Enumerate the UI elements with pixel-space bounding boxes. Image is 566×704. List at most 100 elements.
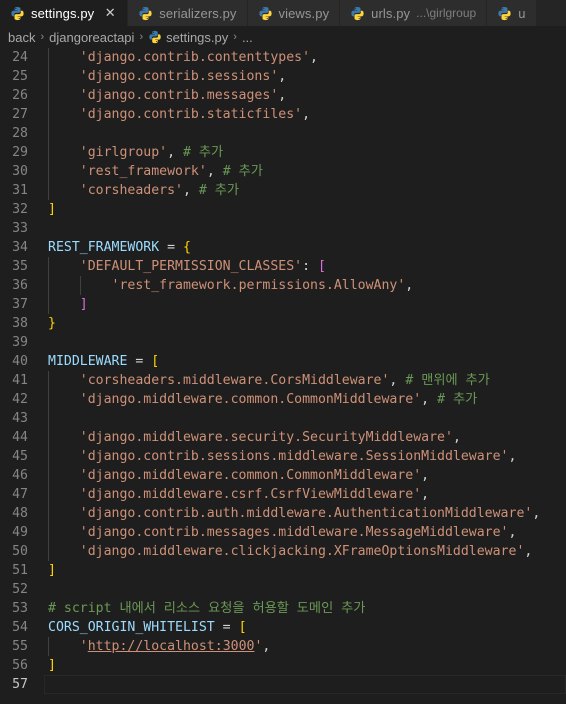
code-line[interactable]: 32] [0,200,566,219]
code-line[interactable]: 53 # script 내에서 리소스 요청을 허용할 도메인 추가 [0,599,566,618]
breadcrumb-item--[interactable]: ... [242,30,253,45]
python-file-icon [139,6,152,20]
code-line[interactable]: 34 REST_FRAMEWORK = { [0,238,566,257]
code-token: 'rest_framework' [79,164,207,179]
code-line[interactable]: 39 [0,333,566,352]
code-line[interactable]: 54 CORS_ORIGIN_WHITELIST = [ [0,618,566,637]
indent-guide [48,162,49,181]
indent-guide [48,295,49,314]
code-token: ] [48,658,56,673]
code-token: ] [48,202,56,217]
code-line[interactable]: 30 'rest_framework', # 추가 [0,162,566,181]
line-number: 46 [12,468,28,483]
code-line[interactable]: 57 [0,675,566,694]
code-token: , [421,487,430,502]
line-number: 32 [12,202,28,217]
code-text: ] [44,200,566,219]
editor-tab-u[interactable]: u [487,0,537,26]
line-number: 50 [12,544,28,559]
breadcrumb[interactable]: back › djangoreactapi › settings.py ›... [0,26,566,48]
code-token: # 추가 [198,183,240,198]
code-text: 'django.contrib.contenttypes', [44,48,566,67]
code-line[interactable]: 38} [0,314,566,333]
code-line[interactable]: 25 'django.contrib.sessions', [0,67,566,86]
code-line[interactable]: 24 'django.contrib.contenttypes', [0,48,566,67]
code-token: , [310,50,318,65]
python-file-icon [351,6,364,20]
code-line[interactable]: 44 'django.middleware.security.SecurityM… [0,428,566,447]
code-text: 'rest_framework', # 추가 [44,162,566,181]
code-line[interactable]: 31 'corsheaders', # 추가 [0,181,566,200]
line-number: 36 [12,278,28,293]
breadcrumb-item-back[interactable]: back [8,30,35,45]
code-line[interactable]: 45 'django.contrib.sessions.middleware.S… [0,447,566,466]
editor-tab-settings-py[interactable]: settings.py ✕ [0,0,129,26]
breadcrumb-item-label: back [8,29,36,45]
tab-label: settings.py [31,5,95,21]
tab-label: views.py [278,5,330,21]
code-line[interactable]: 35 'DEFAULT_PERMISSION_CLASSES': [ [0,257,566,276]
code-token: 'django.middleware.csrf.CsrfViewMiddlewa… [79,487,422,502]
code-line[interactable]: 47 'django.middleware.csrf.CsrfViewMiddl… [0,485,566,504]
code-line[interactable]: 43 [0,409,566,428]
code-token: 'DEFAULT_PERMISSION_CLASSES' [79,259,303,274]
indent-guide [48,466,49,485]
code-line[interactable]: 41 'corsheaders.middleware.CorsMiddlewar… [0,371,566,390]
code-line[interactable]: 56] [0,656,566,675]
close-icon[interactable]: ✕ [103,6,117,20]
code-line[interactable]: 26 'django.contrib.messages', [0,86,566,105]
code-token[interactable]: http://localhost:3000 [88,639,255,654]
code-line[interactable]: 49 'django.contrib.messages.middleware.M… [0,523,566,542]
code-line[interactable]: 52 [0,580,566,599]
line-number: 55 [12,639,28,654]
code-line[interactable]: 46 'django.middleware.common.CommonMiddl… [0,466,566,485]
python-file-icon [258,6,272,20]
tab-description: ...\girlgroup [416,6,477,20]
line-number: 49 [12,525,28,540]
code-token: , [278,69,287,84]
code-text: 'django.middleware.common.CommonMiddlewa… [44,466,566,485]
code-line[interactable]: 27 'django.contrib.staticfiles', [0,105,566,124]
code-token: REST_FRAMEWORK [48,240,160,255]
editor-tab-urls-py[interactable]: urls.py ...\girlgroup [340,0,488,26]
code-line[interactable]: 50 'django.middleware.clickjacking.XFram… [0,542,566,561]
code-text: 'django.middleware.clickjacking.XFrameOp… [44,542,566,561]
editor-tab-views-py[interactable]: views.py [247,0,341,26]
code-token: 'django.middleware.clickjacking.XFrameOp… [79,544,525,559]
code-line[interactable]: 28 [0,124,566,143]
code-token: 'django.contrib.auth.middleware.Authenti… [79,506,533,521]
code-line[interactable]: 33 [0,219,566,238]
code-line[interactable]: 40 MIDDLEWARE = [ [0,352,566,371]
breadcrumb-item-settings-py[interactable]: settings.py [148,30,228,45]
code-line[interactable]: 42 'django.middleware.common.CommonMiddl… [0,390,566,409]
code-token: 'django.middleware.common.CommonMiddlewa… [79,392,422,407]
breadcrumb-item-djangoreactapi[interactable]: djangoreactapi [49,30,134,45]
code-text: 'django.middleware.security.SecurityMidd… [44,428,566,447]
breadcrumb-item-label: ... [241,29,253,45]
line-number: 28 [12,126,28,141]
line-number: 26 [12,88,28,103]
code-token: 'girlgroup' [79,145,168,160]
code-editor[interactable]: 24 'django.contrib.contenttypes', 25 'dja… [0,48,566,704]
editor-tab-serializers-py[interactable]: serializers.py [128,0,248,26]
code-line[interactable]: 36 'rest_framework.permissions.AllowAny'… [0,276,566,295]
code-line[interactable]: 29 'girlgroup', # 추가 [0,143,566,162]
code-line[interactable]: 48 'django.contrib.auth.middleware.Authe… [0,504,566,523]
code-text: REST_FRAMEWORK = { [44,238,566,257]
code-line[interactable]: 37 ] [0,295,566,314]
code-line[interactable]: 51] [0,561,566,580]
editor-tab-bar[interactable]: settings.py ✕ serializers.py views.py urls.p… [0,0,566,26]
code-line[interactable]: 55 'http://localhost:3000', [0,637,566,656]
code-text: # script 내에서 리소스 요청을 허용할 도메인 추가 [44,599,566,618]
line-number: 41 [12,373,28,388]
code-token: 'django.contrib.sessions.middleware.Sess… [79,449,509,464]
code-token: # 맨위에 추가 [405,373,490,388]
